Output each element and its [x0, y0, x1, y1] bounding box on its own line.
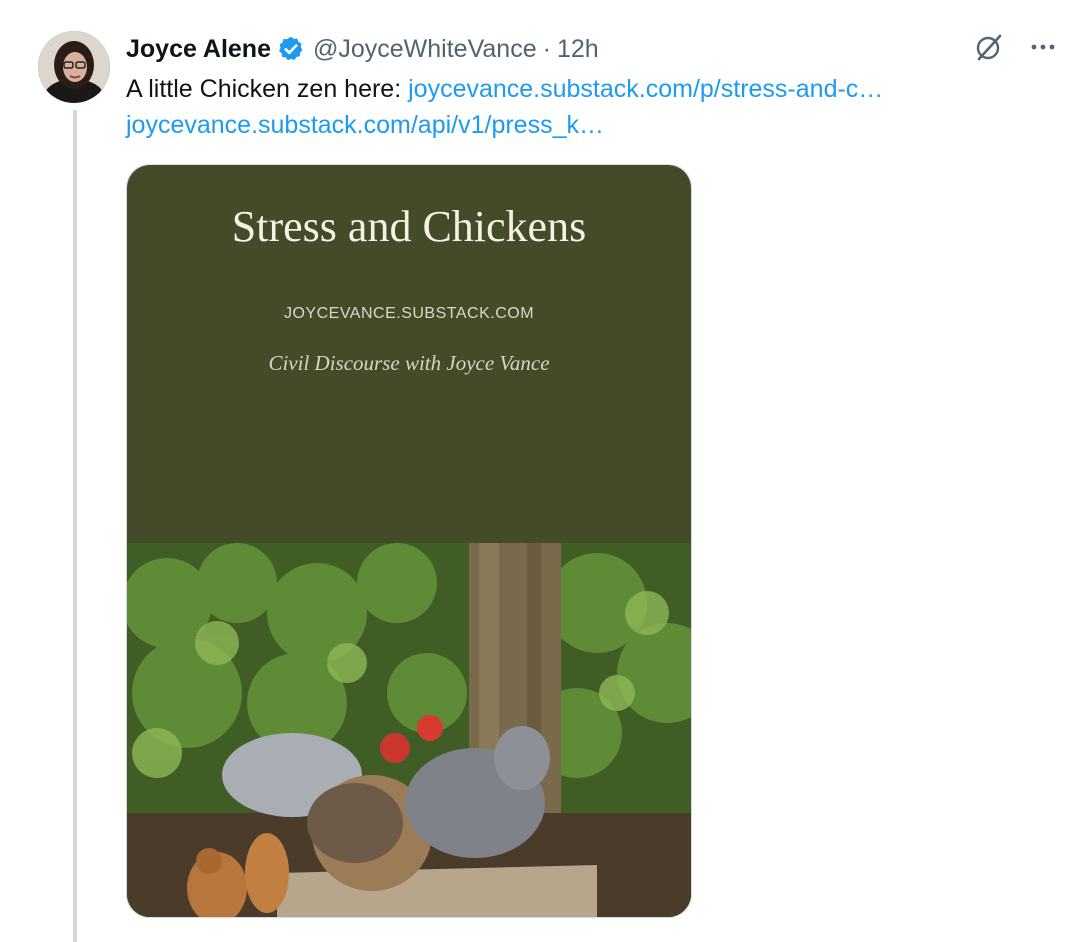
more-options-icon[interactable] — [1026, 30, 1060, 64]
tweet-header: Joyce Alene @JoyceWhiteVance · 12h — [126, 30, 599, 68]
verified-badge-icon[interactable] — [277, 35, 305, 63]
link-preview-card[interactable]: Stress and Chickens JOYCEVANCE.SUBSTACK.… — [126, 164, 692, 918]
tweet-link-press-kit[interactable]: joycevance.substack.com/api/v1/press_k… — [126, 111, 604, 139]
tweet-top-actions — [972, 30, 1060, 64]
tweet-text-prefix: A little Chicken zen here: — [126, 75, 402, 103]
display-name[interactable]: Joyce Alene — [126, 35, 271, 64]
card-title: Stress and Chickens — [231, 202, 587, 251]
avatar[interactable] — [38, 31, 110, 103]
separator-dot: · — [542, 34, 551, 63]
handle[interactable]: @JoyceWhiteVance — [313, 35, 537, 64]
card-domain: JOYCEVANCE.SUBSTACK.COM — [283, 305, 535, 322]
card-cover: Stress and Chickens JOYCEVANCE.SUBSTACK.… — [127, 165, 691, 543]
timestamp[interactable]: 12h — [557, 35, 599, 64]
thread-line — [73, 110, 77, 942]
card-publication: Civil Discourse with Joyce Vance — [268, 351, 550, 375]
avatar-photo — [38, 31, 110, 103]
chickens-photo — [127, 543, 691, 917]
tweet-text: A little Chicken zen here: joycevance.su… — [126, 71, 1006, 143]
tweet[interactable]: Joyce Alene @JoyceWhiteVance · 12h A lit… — [0, 0, 1086, 942]
grok-icon[interactable] — [972, 30, 1006, 64]
tweet-link-stress-article[interactable]: joycevance.substack.com/p/stress-and-c… — [408, 75, 883, 103]
